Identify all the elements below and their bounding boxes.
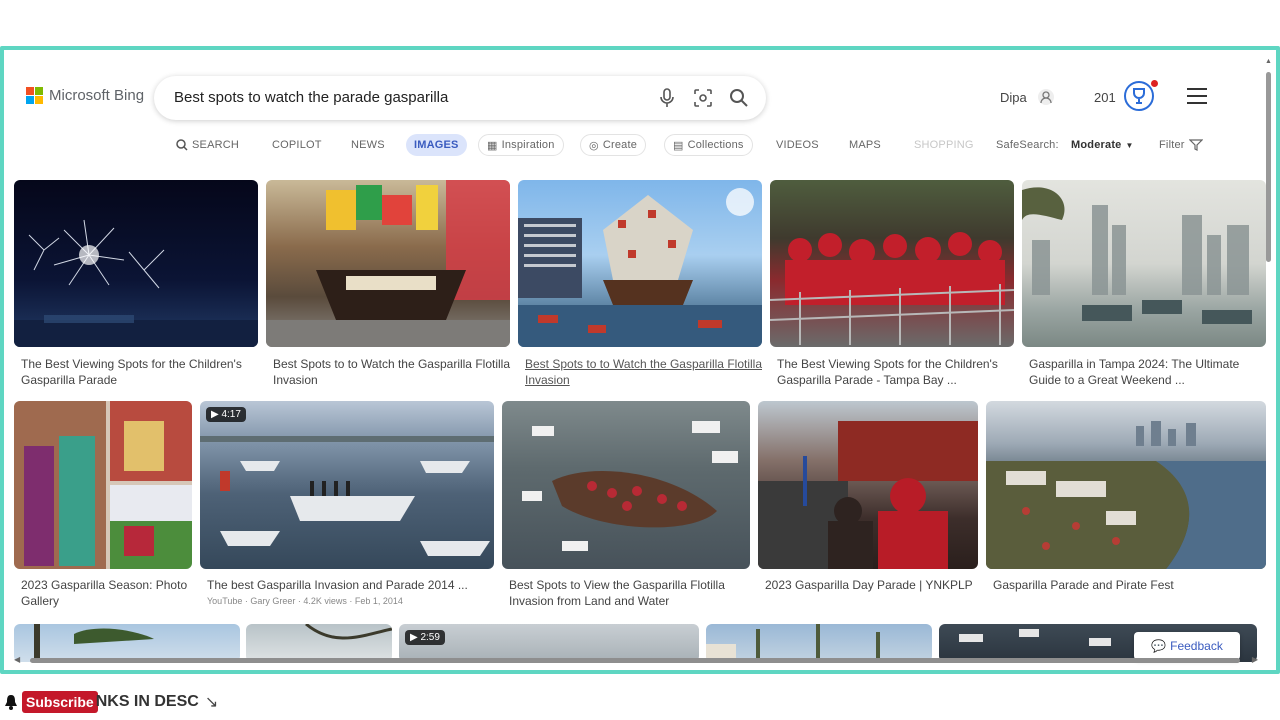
- image-result-1[interactable]: [14, 180, 258, 347]
- video-duration: 2:59: [420, 632, 440, 643]
- bell-icon: [0, 690, 22, 714]
- video-source: YouTube · Gary Greer · 4.2K views · Feb …: [207, 596, 403, 606]
- curved-arrow-icon: ↘: [204, 694, 219, 711]
- image-result-3[interactable]: [518, 180, 762, 347]
- image-result-8[interactable]: [502, 401, 750, 569]
- image-caption[interactable]: Best Spots to to Watch the Gasparilla Fl…: [273, 356, 513, 388]
- image-result-2[interactable]: [266, 180, 510, 347]
- image-caption[interactable]: Best Spots to to Watch the Gasparilla Fl…: [525, 356, 765, 388]
- scroll-left-arrow-icon[interactable]: ◀: [14, 655, 20, 664]
- video-duration-badge: ▶ 2:59: [405, 630, 445, 645]
- feedback-icon: 💬: [1151, 639, 1167, 653]
- pirate-parade-image: [758, 421, 978, 569]
- feedback-label: Feedback: [1170, 639, 1223, 653]
- image-caption-with-source[interactable]: The best Gasparilla Invasion and Parade …: [207, 577, 497, 609]
- image-caption-title: The best Gasparilla Invasion and Parade …: [207, 578, 468, 592]
- vertical-scrollbar[interactable]: ▲: [1264, 58, 1274, 658]
- horizontal-scrollbar[interactable]: ◀ ▶: [10, 655, 1262, 664]
- image-caption[interactable]: 2023 Gasparilla Day Parade | YNKPLP: [765, 577, 985, 593]
- subscribe-button[interactable]: Subscribe: [22, 691, 98, 713]
- image-result-6[interactable]: [14, 401, 192, 569]
- image-caption[interactable]: Best Spots to View the Gasparilla Flotil…: [509, 577, 754, 609]
- links-in-description-text: NKS IN DESC: [95, 693, 199, 710]
- horizontal-scrollbar-thumb[interactable]: [30, 658, 1240, 663]
- pirate-fest-aerial-image: [986, 421, 1266, 569]
- image-caption[interactable]: The Best Viewing Spots for the Children'…: [777, 356, 1017, 388]
- scroll-right-arrow-icon[interactable]: ▶: [1252, 655, 1258, 664]
- pirate-ship-image: [266, 180, 510, 347]
- image-caption[interactable]: Gasparilla in Tampa 2024: The Ultimate G…: [1029, 356, 1269, 388]
- parade-crowd-image: [770, 232, 1014, 345]
- vertical-scrollbar-thumb[interactable]: [1266, 72, 1271, 262]
- image-caption[interactable]: Gasparilla Parade and Pirate Fest: [993, 577, 1263, 593]
- tampa-skyline-image: [1022, 187, 1252, 324]
- image-caption[interactable]: 2023 Gasparilla Season: Photo Gallery: [21, 577, 191, 609]
- video-duration: 4:17: [221, 409, 241, 420]
- flotilla-aerial-image: [522, 421, 738, 551]
- image-result-4[interactable]: [770, 180, 1014, 347]
- image-results: The Best Viewing Spots for the Children'…: [4, 50, 1276, 670]
- boats-video-thumbnail: [200, 436, 494, 556]
- image-result-10[interactable]: [986, 401, 1266, 569]
- photo-gallery-collage-image: [14, 401, 192, 569]
- image-result-7[interactable]: ▶ 4:17: [200, 401, 494, 569]
- fireworks-image: [14, 219, 258, 347]
- image-result-5[interactable]: [1022, 180, 1266, 347]
- subscribe-overlay: Subscribe NKS IN DESC ↘: [0, 688, 218, 716]
- scroll-up-arrow-icon[interactable]: ▲: [1265, 58, 1272, 65]
- gasparilla-ship-image: [518, 188, 762, 347]
- image-result-9[interactable]: [758, 401, 978, 569]
- browser-frame: Microsoft Bing Best spots to watch the p…: [0, 46, 1280, 674]
- video-duration-badge: ▶ 4:17: [206, 407, 246, 422]
- image-caption[interactable]: The Best Viewing Spots for the Children'…: [21, 356, 261, 388]
